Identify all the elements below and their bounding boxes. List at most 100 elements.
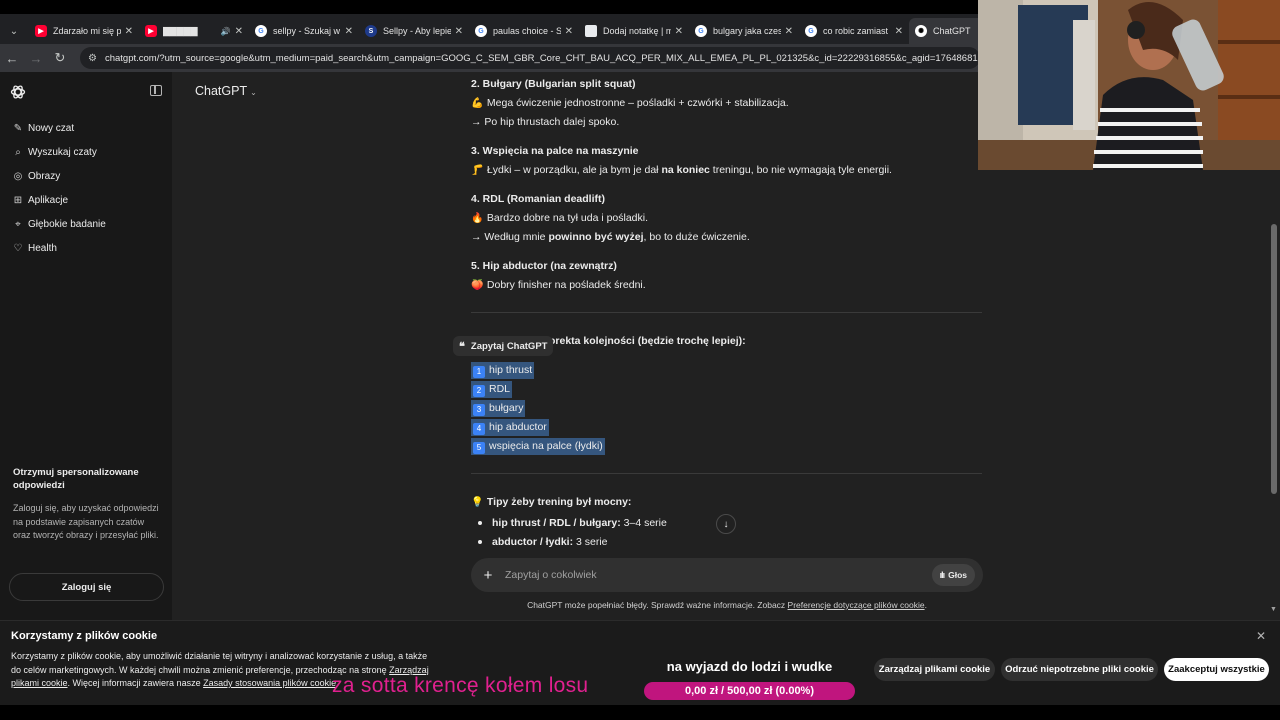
site-settings-icon[interactable]: ⚙ [88,53,97,64]
list-item-selected[interactable]: 1 hip thrust [471,362,535,379]
tab-close-icon[interactable]: ✕ [565,26,573,37]
manage-cookies-button[interactable]: Zarządzaj plikami cookie [874,658,995,681]
google-icon: G [475,25,487,37]
sellpy-icon: S [365,25,377,37]
reload-icon[interactable]: ↻ [48,50,72,66]
back-arrow-icon[interactable]: ← [0,51,24,66]
sidebar-toggle-icon[interactable] [150,85,162,96]
promo-title: Otrzymuj spersonalizowane odpowiedzi [13,467,139,491]
chevron-down-icon: ⌄ [250,88,257,97]
speaker-icon[interactable]: 🔊 [221,27,231,36]
tab-close-icon[interactable]: ✕ [785,26,793,37]
sidebar-item-label: Aplikacje [28,194,69,206]
tab-strip: ⌄ ▶ Zdarzało mi się p ✕ ▶ ▇▇▇▇▇ 🔊 ✕ G se… [0,18,1019,44]
leg-emoji-icon: 🦵 [471,165,484,176]
muscle-emoji-icon: 💪 [471,98,484,109]
url-field[interactable]: ⚙ chatgpt.com/?utm_source=google&utm_med… [80,47,980,69]
list-item-selected[interactable]: 2 RDL [471,381,513,398]
cookie-banner: Korzystamy z plików cookie Korzystamy z … [0,620,1280,705]
line-text: treningu, bo nie wymagają tyle energii. [709,164,892,176]
telescope-icon: ⌖ [15,218,21,230]
sidebar-item-apps[interactable]: ⊞ Aplikacje [0,188,172,212]
tab-title: sellpy - Szukaj w [273,26,341,36]
section-heading: 💡 Tipy żeby trening był mocny: [471,493,631,512]
ask-chatgpt-popup[interactable]: ❝ Zapytaj ChatGPT [453,336,554,356]
line-text: 3–4 serie [620,517,667,529]
prompt-input[interactable]: Zapytaj o cokolwiek [505,569,932,581]
list-item-text: hip thrust [489,364,533,376]
plus-icon[interactable]: + [471,567,505,584]
sidebar-item-health[interactable]: ♡ Health [0,236,172,260]
url-text: chatgpt.com/?utm_source=google&utm_mediu… [104,52,980,64]
message-line: 🦵 Łydki – w porządku, ale ja bym je dał … [471,161,892,180]
tab-search-chevron-icon[interactable]: ⌄ [3,20,25,42]
tab-title: co robic zamiast [823,26,889,36]
donation-goal-bar: 0,00 zł / 500,00 zł (0.00%) [644,682,855,700]
scroll-down-arrow-icon[interactable]: ▼ [1270,606,1277,613]
google-icon: G [805,25,817,37]
cookie-body: . Więcej informacji zawiera nasze [67,678,204,688]
tab-close-icon[interactable]: ✕ [455,26,463,37]
donation-goal-title: na wyjazd do lodzi i wudke [666,659,833,674]
sidebar: ✎ Nowy czat ⌕ Wyszukaj czaty ◎ Obrazy ⊞ … [0,72,172,620]
tab-title: Dodaj notatkę | m [603,26,671,36]
forward-arrow-icon[interactable]: → [24,51,48,66]
reject-cookies-button[interactable]: Odrzuć niepotrzebne pliki cookie [1001,658,1158,681]
list-item-selected[interactable]: 5 wspięcia na palce (łydki) [471,438,605,455]
tab-close-icon[interactable]: ✕ [345,26,353,37]
browser-tab[interactable]: G co robic zamiast ✕ [799,18,909,44]
section-heading: 5. Hip abductor (na zewnątrz) [471,260,617,272]
tab-close-icon[interactable]: ✕ [675,26,683,37]
section-heading: 2. Bułgary (Bulgarian split squat) [471,78,636,90]
disclaimer-text: ChatGPT może popełniać błędy. Sprawdź wa… [527,600,788,610]
browser-tab[interactable]: G sellpy - Szukaj w ✕ [249,18,359,44]
tab-close-icon[interactable]: ✕ [235,26,243,37]
model-selector[interactable]: ChatGPT ⌄ [195,84,257,98]
section-heading: 4. RDL (Romanian deadlift) [471,193,605,205]
section-heading: 3. Wspięcia na palce na maszynie [471,145,639,157]
sidebar-item-images[interactable]: ◎ Obrazy [0,164,172,188]
sidebar-item-deep-research[interactable]: ⌖ Głębokie badanie [0,212,172,236]
list-item-selected[interactable]: 4 hip abductor [471,419,549,436]
browser-tab[interactable]: ▶ Zdarzało mi się p ✕ [29,18,139,44]
list-item-text: bułgary [489,402,524,414]
scroll-down-icon[interactable]: ↓ [716,514,736,534]
heading-text: Tipy żeby trening był mocny: [486,496,632,508]
sidebar-item-label: Wyszukaj czaty [28,146,97,158]
browser-tab[interactable]: G bulgary jaka czesc ✕ [689,18,799,44]
sidebar-item-label: Health [28,242,57,254]
tab-close-icon[interactable]: ✕ [895,26,903,37]
accept-cookies-button[interactable]: Zaakceptuj wszystkie [1164,658,1269,681]
login-button[interactable]: Zaloguj się [9,573,164,601]
youtube-icon: ▶ [35,25,47,37]
cookie-preferences-link[interactable]: Preferencje dotyczące plików cookie [788,600,925,610]
sidebar-item-label: Obrazy [28,170,61,182]
browser-tab[interactable]: ▶ ▇▇▇▇▇ 🔊 ✕ [139,18,249,44]
list-item-text: wspięcia na palce (łydki) [489,440,603,452]
line-text: , bo to duże ćwiczenie. [643,231,750,243]
tab-close-icon[interactable]: ✕ [125,26,133,37]
scrollbar-thumb[interactable] [1271,224,1277,494]
browser-tab[interactable]: G paulas choice - Sz ✕ [469,18,579,44]
list-item: hip thrust / RDL / bułgary: 3–4 serie [492,514,667,533]
tab-title: bulgary jaka czesc [713,26,781,36]
line-bold-text: abductor / łydki: [492,536,574,548]
sidebar-item-search-chats[interactable]: ⌕ Wyszukaj czaty [0,140,172,164]
chatgpt-logo-icon[interactable] [10,84,26,100]
sidebar-item-new-chat[interactable]: ✎ Nowy czat [0,116,172,140]
message-line: → Według mnie powinno być wyżej, bo to d… [471,228,750,247]
tab-title: Sellpy - Aby lepiej [383,26,451,36]
voice-button[interactable]: ılı Głos [931,564,975,586]
cookie-policy-link[interactable]: Zasady stosowania plików cookie [203,678,336,688]
search-icon: ⌕ [15,146,21,158]
close-icon[interactable]: ✕ [1256,629,1266,643]
message-line: → Po hip thrustach dalej spoko. [471,116,620,128]
section-heading: orekta kolejności (będzie trochę lepiej)… [549,335,746,347]
browser-tab[interactable]: Dodaj notatkę | m ✕ [579,18,689,44]
list-item-selected[interactable]: 3 bułgary [471,400,526,417]
disclaimer-text: . [924,600,927,610]
browser-tab[interactable]: S Sellpy - Aby lepiej ✕ [359,18,469,44]
chatgpt-icon: ✺ [915,25,927,37]
prompt-composer[interactable]: + Zapytaj o cokolwiek ılı Głos [471,558,983,592]
image-icon: ◎ [13,170,23,182]
